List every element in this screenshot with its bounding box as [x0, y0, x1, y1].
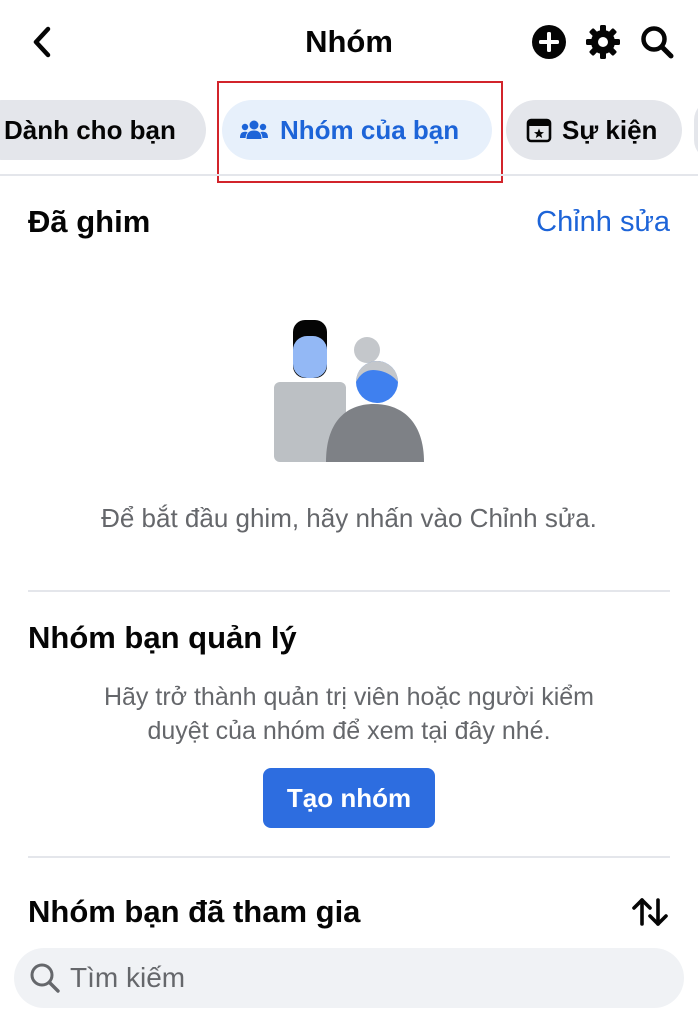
edit-link[interactable]: Chỉnh sửa — [536, 202, 670, 242]
create-button[interactable] — [529, 22, 569, 62]
sort-arrows-icon — [632, 898, 668, 926]
tab-for-you[interactable]: Dành cho bạn — [0, 100, 206, 160]
joined-title: Nhóm bạn đã tham gia — [28, 894, 361, 929]
tab-events[interactable]: Sự kiện — [506, 100, 682, 160]
calendar-star-icon — [526, 118, 552, 143]
search-input[interactable] — [70, 962, 630, 994]
plus-circle-icon — [532, 25, 566, 59]
empty-groups-illustration — [270, 316, 430, 462]
search-icon — [30, 963, 60, 993]
tab-label: Dành cho bạn — [4, 114, 176, 145]
empty-pinned-message: Để bắt đầu ghim, hãy nhấn vào Chỉnh sửa. — [101, 503, 597, 533]
search-button[interactable] — [637, 22, 677, 62]
create-group-button[interactable]: Tạo nhóm — [263, 768, 435, 828]
top-bar: Nhóm — [0, 0, 698, 84]
settings-button[interactable] — [583, 22, 623, 62]
managed-description-line: duyệt của nhóm để xem tại đây nhé. — [147, 717, 551, 745]
managed-description-line: Hãy trở thành quản trị viên hoặc người k… — [103, 683, 595, 711]
divider — [0, 174, 698, 176]
gear-icon — [586, 25, 620, 59]
search-icon — [641, 26, 674, 59]
divider — [28, 590, 670, 592]
highlight-box — [217, 81, 503, 183]
group-search-field[interactable] — [14, 948, 684, 1008]
tab-more[interactable] — [694, 100, 698, 160]
managed-title: Nhóm bạn quản lý — [28, 620, 297, 655]
pinned-title: Đã ghim — [28, 204, 151, 239]
tab-label: Sự kiện — [562, 114, 658, 145]
divider — [28, 856, 670, 858]
managed-description: Hãy trở thành quản trị viên hoặc người k… — [0, 680, 698, 748]
sort-button[interactable] — [628, 890, 672, 934]
